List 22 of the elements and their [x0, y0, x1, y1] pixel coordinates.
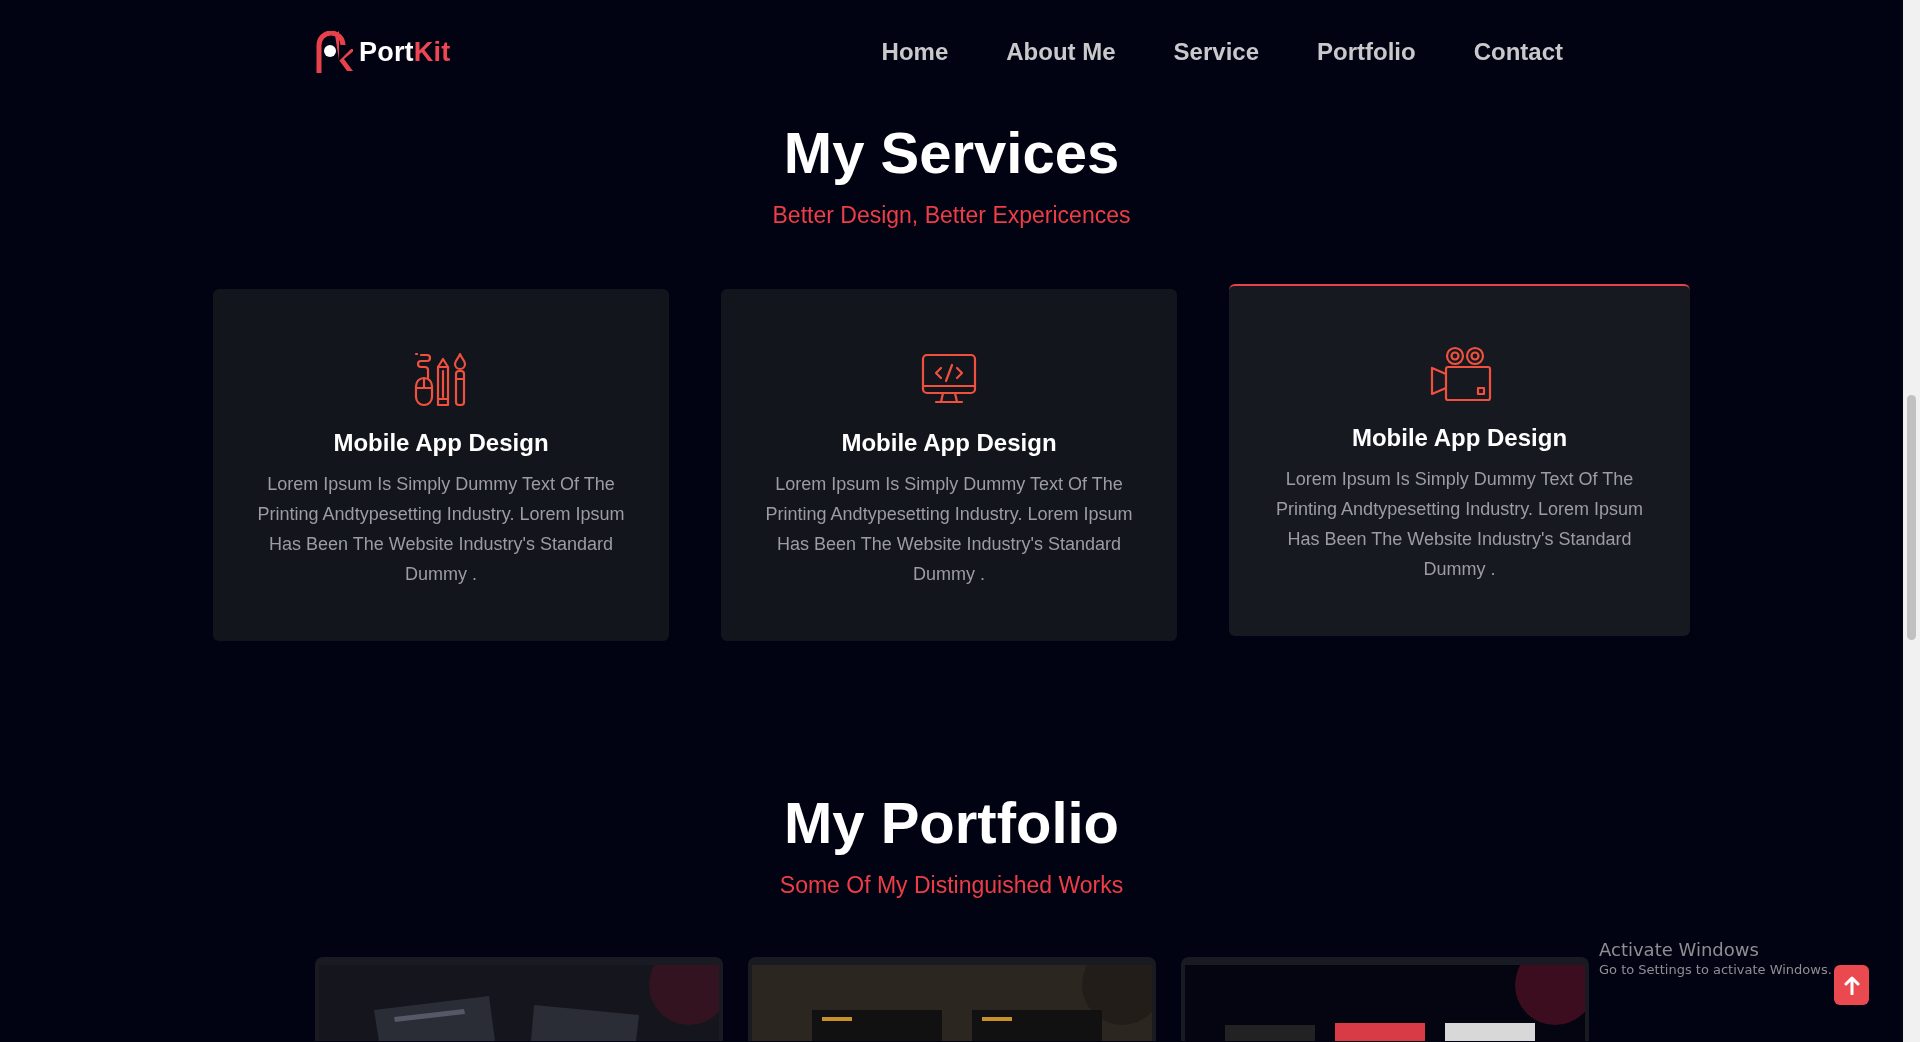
nav-link[interactable]: Contact [1473, 38, 1563, 66]
nav-link[interactable]: Service [1173, 38, 1259, 66]
nav-link[interactable]: Portfolio [1317, 38, 1416, 66]
card-title: Mobile App Design [1351, 424, 1568, 452]
card-description: Lorem Ipsum Is Simply Dummy Text Of The Printing Andtypesetting Industry. Lorem Ipsum Has Been The Website Industry's Standard Dummy . [256, 473, 626, 586]
code-monitor-icon [921, 353, 977, 405]
card-title: Mobile App Design [333, 429, 549, 457]
arrow-up-icon [1843, 975, 1860, 995]
section-title: My Portfolio [783, 789, 1120, 857]
notice-text: Go to Settings to activate Windows. [1599, 962, 1832, 977]
section-subtitle: Better Design, Better Expericences [772, 201, 1131, 229]
section-title: My Services [783, 119, 1120, 187]
scroll-top-button[interactable] [1834, 965, 1869, 1005]
card-description: Lorem Ipsum Is Simply Dummy Text Of The Printing Andtypesetting Industry. Lorem Ipsum Has Been The Website Industry's Standard Dummy . [1275, 468, 1644, 581]
logo-text[interactable]: PortKit [359, 36, 451, 68]
notice-title: Activate Windows [1599, 938, 1760, 962]
nav-link[interactable]: About Me [1006, 38, 1116, 66]
card-description: Lorem Ipsum Is Simply Dummy Text Of The Printing Andtypesetting Industry. Lorem Ipsum Has Been The Website Industry's Standard Dummy . [764, 473, 1134, 586]
card-title: Mobile App Design [841, 429, 1057, 457]
scrollbar-thumb[interactable] [1907, 395, 1916, 640]
section-subtitle: Some Of My Distinguished Works [779, 871, 1124, 899]
nav-link[interactable]: Home [881, 38, 949, 66]
